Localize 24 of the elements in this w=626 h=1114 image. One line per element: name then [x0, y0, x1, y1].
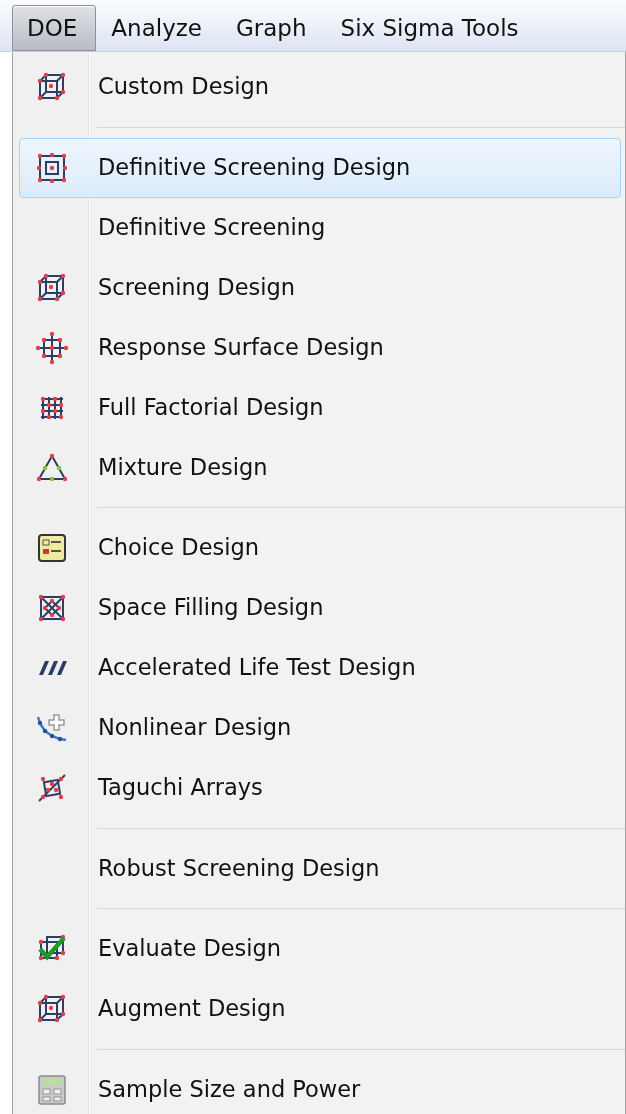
menu-item[interactable]: Response Surface Design: [19, 317, 621, 378]
menu-item[interactable]: Mixture Design: [19, 437, 621, 498]
menu-item[interactable]: Choice Design: [19, 518, 621, 578]
menu-tab[interactable]: Analyze: [96, 5, 221, 51]
menu-item[interactable]: Definitive Screening Design: [19, 137, 621, 198]
menu-item[interactable]: Sample Size and Power: [19, 1059, 621, 1114]
calculator-icon: [35, 1072, 69, 1107]
menu-item[interactable]: Accelerated Life Test Design: [19, 638, 621, 698]
menu-tab[interactable]: Graph: [221, 5, 326, 51]
menu-item[interactable]: Full Factorial Design: [19, 377, 621, 438]
cube-icon: [35, 150, 69, 185]
menu-item[interactable]: Definitive Screening: [19, 197, 621, 258]
menu-item[interactable]: Custom Design: [19, 57, 621, 117]
menu-item[interactable]: Nonlinear Design: [19, 698, 621, 758]
document-icon: [35, 531, 69, 565]
grid-icon: [35, 330, 69, 365]
menu-item[interactable]: Evaluate Design: [19, 919, 621, 979]
menu-item[interactable]: Screening Design: [19, 257, 621, 318]
menu-item[interactable]: Robust Screening Design: [19, 838, 621, 899]
menu-item[interactable]: Space Filling Design: [19, 578, 621, 638]
menu-item[interactable]: Taguchi Arrays: [19, 758, 621, 818]
menu-item[interactable]: Augment Design: [19, 979, 621, 1039]
menu-tab[interactable]: Six Sigma Tools: [325, 5, 538, 51]
menu-tab[interactable]: DOE: [12, 5, 97, 51]
